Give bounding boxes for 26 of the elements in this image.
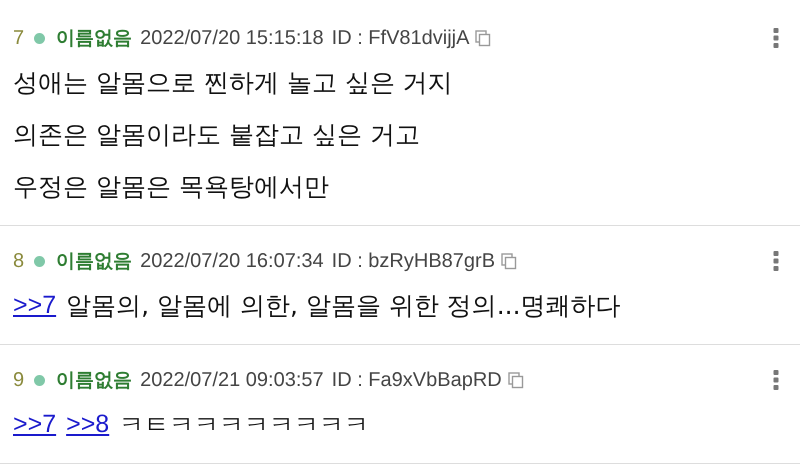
author-name: 이름없음 <box>56 249 132 274</box>
post-id: ID : Fa9xVbBapRD <box>332 368 502 392</box>
post-number: 8 <box>13 250 24 272</box>
reply-link[interactable]: >>7 <box>13 410 56 438</box>
post-text: 의존은 알몸이라도 붙잡고 싶은 거고 <box>13 118 420 150</box>
post-text: 성애는 알몸으로 찐하게 놀고 싶은 거지 <box>13 66 453 98</box>
post-text: 알몸의, 알몸에 의한, 알몸을 위한 정의...명쾌하다 <box>66 290 621 322</box>
post-id: ID : bzRyHB87grB <box>332 250 496 272</box>
more-icon[interactable] <box>773 28 779 48</box>
more-icon[interactable] <box>773 370 779 390</box>
post-id: ID : FfV81dvijjA <box>332 26 470 50</box>
more-icon[interactable] <box>773 251 779 271</box>
post-date: 2022/07/20 16:07:34 <box>140 250 324 272</box>
post-number: 9 <box>13 368 24 392</box>
post-text: 우정은 알몸은 목욕탕에서만 <box>13 170 329 202</box>
author-name: 이름없음 <box>56 26 132 51</box>
reply-link[interactable]: >>8 <box>66 410 110 438</box>
post-date: 2022/07/21 09:03:57 <box>140 368 324 392</box>
copy-icon[interactable] <box>501 252 518 270</box>
author-name: 이름없음 <box>56 368 132 393</box>
reply-link[interactable]: >>7 <box>13 290 56 320</box>
post-number: 7 <box>13 26 24 50</box>
copy-icon[interactable] <box>508 372 524 388</box>
post-date: 2022/07/20 15:15:18 <box>140 26 324 50</box>
post-text: ㅋㅌㅋㅋㅋㅋㅋㅋㅋㅋ <box>119 408 370 440</box>
copy-icon[interactable] <box>475 30 492 46</box>
